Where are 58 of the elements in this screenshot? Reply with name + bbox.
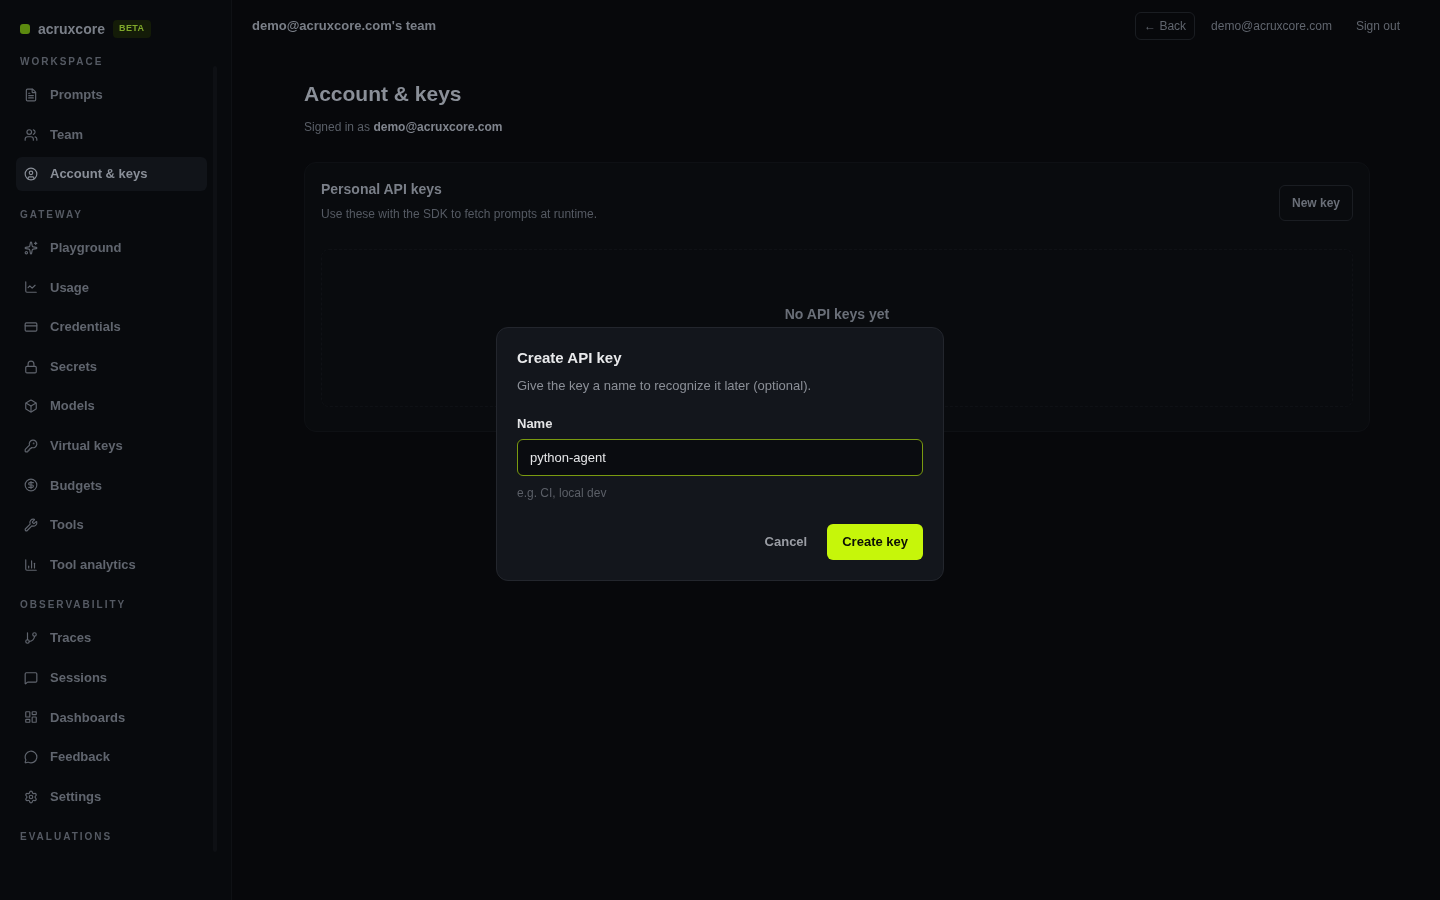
- card-icon: [24, 319, 38, 334]
- nav-item[interactable]: Virtual keys: [16, 428, 207, 463]
- dashboard-icon: [24, 710, 38, 725]
- team-name: demo@acruxcore.com's team: [252, 17, 437, 36]
- field-hint: e.g. CI, local dev: [517, 485, 608, 502]
- chat-icon: [24, 670, 38, 685]
- nav-item[interactable]: Usage: [16, 270, 207, 305]
- back-button[interactable]: ← Back: [1135, 12, 1196, 40]
- user-email: demo@acruxcore.com: [1211, 18, 1332, 35]
- chart-icon: [24, 280, 38, 295]
- bar-chart-icon: [24, 557, 38, 572]
- signed-in-text: Signed in as demo@acruxcore.com: [304, 118, 504, 136]
- section-heading: OBSERVABILITY: [19, 598, 128, 612]
- nav-item[interactable]: Traces: [16, 621, 207, 656]
- dialog-description: Give the key a name to recognize it later (optional).: [517, 377, 813, 395]
- nav-item[interactable]: Secrets: [16, 349, 207, 384]
- nav-item[interactable]: Sessions: [16, 660, 207, 695]
- nav-item[interactable]: Credentials: [16, 309, 207, 344]
- section-heading: EVALUATIONS: [19, 830, 114, 844]
- nav-item[interactable]: Team: [16, 117, 207, 152]
- users-icon: [24, 127, 38, 142]
- dialog-title: Create API key: [517, 348, 623, 368]
- nav-item[interactable]: Dashboards: [16, 700, 207, 735]
- beta-badge: BETA: [112, 20, 151, 38]
- name-input[interactable]: python-agent: [517, 439, 923, 476]
- nav-item[interactable]: Account & keys: [16, 157, 207, 192]
- coin-icon: [24, 478, 38, 493]
- logo-icon: [20, 24, 30, 34]
- empty-state-text: No API keys yet: [784, 304, 890, 324]
- nav-item[interactable]: Prompts: [16, 78, 207, 112]
- brand-name: acruxcore: [38, 19, 105, 39]
- nav-item[interactable]: Settings: [16, 779, 207, 814]
- sparkle-icon: [24, 240, 38, 255]
- nav-item[interactable]: Playground: [16, 230, 207, 265]
- nav-item[interactable]: Budgets: [16, 468, 207, 503]
- key-icon: [24, 438, 38, 453]
- branch-icon: [24, 631, 38, 646]
- chat-bubble-icon: [24, 749, 38, 764]
- cube-icon: [24, 399, 38, 414]
- document-icon: [24, 88, 38, 102]
- section-heading: WORKSPACE: [19, 55, 105, 68]
- lock-icon: [24, 359, 38, 374]
- nav-item[interactable]: Models: [16, 389, 207, 424]
- cancel-button[interactable]: Cancel: [752, 524, 820, 560]
- new-key-button[interactable]: New key: [1278, 184, 1353, 221]
- create-key-button[interactable]: Create key: [827, 524, 923, 560]
- sign-out-button[interactable]: Sign out: [1347, 17, 1408, 35]
- settings-icon: [24, 789, 38, 804]
- page-title: Account & keys: [304, 81, 463, 107]
- nav-item[interactable]: Tools: [16, 507, 207, 542]
- section-heading: GATEWAY: [19, 207, 84, 221]
- card-description: Use these with the SDK to fetch prompts at runtime.: [321, 205, 598, 223]
- wrench-icon: [24, 517, 38, 532]
- card-title: Personal API keys: [321, 179, 443, 199]
- field-label: Name: [517, 414, 554, 433]
- nav-item[interactable]: Feedback: [16, 739, 207, 774]
- user-circle-icon: [24, 167, 38, 182]
- nav-item[interactable]: Tool analytics: [16, 547, 207, 582]
